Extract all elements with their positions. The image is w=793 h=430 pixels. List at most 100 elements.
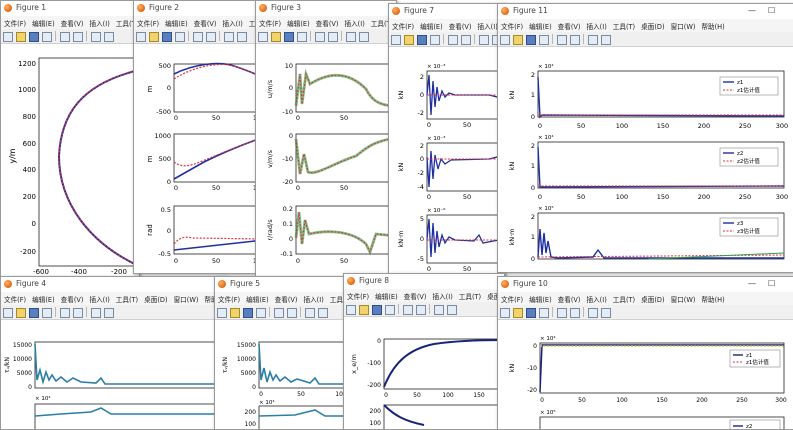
menu-item[interactable]: 插入(I) <box>583 19 609 31</box>
menu-item[interactable]: 文件(F) <box>498 292 526 304</box>
arrow-icon[interactable] <box>318 308 328 318</box>
figure-1-window[interactable]: Figure 1 文件(F)编辑(E)查看(V)插入(I)工具(T)桌面(D)窗… <box>0 0 140 280</box>
save-icon[interactable] <box>29 32 39 42</box>
arrow-icon[interactable] <box>601 308 611 318</box>
arrow-icon[interactable] <box>237 32 247 42</box>
title-bar[interactable]: Figure 4 <box>1 277 226 293</box>
menu-item[interactable]: 文件(F) <box>498 19 526 31</box>
minimize-button[interactable]: — <box>748 279 756 288</box>
save-icon[interactable] <box>526 35 536 45</box>
grid-icon[interactable] <box>588 308 598 318</box>
print-icon[interactable] <box>297 32 307 42</box>
zoom-icon[interactable] <box>60 32 70 42</box>
new-file-icon[interactable] <box>391 35 401 45</box>
menu-item[interactable]: 编辑(E) <box>284 16 313 28</box>
zoom-icon[interactable] <box>274 308 284 318</box>
print-icon[interactable] <box>175 32 185 42</box>
menu-item[interactable]: 文件(F) <box>215 292 243 304</box>
menu-item[interactable]: 插入(I) <box>341 16 367 28</box>
menu-item[interactable]: 查看(V) <box>555 292 584 304</box>
open-folder-icon[interactable] <box>149 32 159 42</box>
new-file-icon[interactable] <box>500 35 510 45</box>
menu-item[interactable]: 帮助(H) <box>698 292 727 304</box>
grid-icon[interactable] <box>588 35 598 45</box>
menu-item[interactable]: 工具(T) <box>113 292 141 304</box>
menu-item[interactable]: 编辑(E) <box>162 16 191 28</box>
open-folder-icon[interactable] <box>404 35 414 45</box>
grid-icon[interactable] <box>91 32 101 42</box>
menu-item[interactable]: 编辑(E) <box>526 19 555 31</box>
save-icon[interactable] <box>526 308 536 318</box>
print-icon[interactable] <box>539 35 549 45</box>
figure-10-window[interactable]: Figure 10 — ☐ 文件(F) 编辑(E) 查看(V) 插入(I) 工具(T) 桌… <box>497 276 793 430</box>
title-bar[interactable]: Figure 5 <box>215 277 350 293</box>
menu-item[interactable]: 插入(I) <box>86 16 112 28</box>
menu-item[interactable]: 工具(T) <box>456 289 484 301</box>
zoom-icon[interactable] <box>60 308 70 318</box>
dock-icon[interactable] <box>287 308 297 318</box>
dock-icon[interactable] <box>206 32 216 42</box>
menu-item[interactable]: 查看(V) <box>191 16 220 28</box>
menu-item[interactable]: 编辑(E) <box>417 19 446 31</box>
open-folder-icon[interactable] <box>271 32 281 42</box>
grid-icon[interactable] <box>346 32 356 42</box>
menu-item[interactable]: 文件(F) <box>256 16 284 28</box>
save-icon[interactable] <box>162 32 172 42</box>
dock-icon[interactable] <box>73 32 83 42</box>
new-file-icon[interactable] <box>346 305 356 315</box>
menu-item[interactable]: 编辑(E) <box>29 16 58 28</box>
print-icon[interactable] <box>385 305 395 315</box>
maximize-button[interactable]: ☐ <box>768 279 775 288</box>
menu-item[interactable]: 窗口(W) <box>668 19 699 31</box>
menu-item[interactable]: 文件(F) <box>1 292 29 304</box>
open-folder-icon[interactable] <box>513 35 523 45</box>
arrow-icon[interactable] <box>104 32 114 42</box>
menu-item[interactable]: 工具(T) <box>610 292 638 304</box>
figure-5-window[interactable]: Figure 5 文件(F)编辑(E)查看(V)插入(I)工具(T)桌面(D)窗… <box>214 276 351 430</box>
figure-7-window[interactable]: Figure 7 文件(F)编辑(E)查看(V)插入(I)工具(T)桌面(D)窗… <box>388 3 505 283</box>
menu-item[interactable]: 查看(V) <box>446 19 475 31</box>
figure-8-window[interactable]: Figure 8 文件(F)编辑(E)查看(V)插入(I)工具(T)桌面(D)窗… <box>343 273 505 430</box>
dock-icon[interactable] <box>461 35 471 45</box>
menu-item[interactable]: 编辑(E) <box>372 289 401 301</box>
print-icon[interactable] <box>539 308 549 318</box>
title-bar[interactable]: Figure 10 — ☐ <box>498 277 793 293</box>
menu-item[interactable]: 查看(V) <box>58 292 87 304</box>
dock-icon[interactable] <box>570 308 580 318</box>
menu-item[interactable]: 查看(V) <box>555 19 584 31</box>
zoom-icon[interactable] <box>448 35 458 45</box>
open-folder-icon[interactable] <box>230 308 240 318</box>
figure-2-window[interactable]: Figure 2 文件(F)编辑(E)查看(V)插入(I)工具(T)桌面(D)窗… <box>133 0 265 274</box>
dock-icon[interactable] <box>73 308 83 318</box>
menu-item[interactable]: 编辑(E) <box>526 292 555 304</box>
menu-item[interactable]: 查看(V) <box>313 16 342 28</box>
menu-item[interactable]: 桌面(D) <box>638 292 667 304</box>
save-icon[interactable] <box>29 308 39 318</box>
print-icon[interactable] <box>430 35 440 45</box>
open-folder-icon[interactable] <box>359 305 369 315</box>
figure-11-window[interactable]: Figure 11 — ☐ 文件(F) 编辑(E) 查看(V) 插入(I) 工具(T) 桌… <box>497 3 793 273</box>
menu-item[interactable]: 文件(F) <box>134 16 162 28</box>
figure-3-window[interactable]: Figure 3 文件(F)编辑(E)查看(V)插入(I)工具(T)桌面(D)窗… <box>255 0 397 280</box>
zoom-icon[interactable] <box>557 35 567 45</box>
menu-item[interactable]: 文件(F) <box>1 16 29 28</box>
menu-item[interactable]: 桌面(D) <box>638 19 667 31</box>
open-folder-icon[interactable] <box>16 32 26 42</box>
menu-item[interactable]: 查看(V) <box>272 292 301 304</box>
menu-item[interactable]: 编辑(E) <box>243 292 272 304</box>
title-bar[interactable]: Figure 2 <box>134 1 264 17</box>
save-icon[interactable] <box>284 32 294 42</box>
zoom-icon[interactable] <box>315 32 325 42</box>
title-bar[interactable]: Figure 7 <box>389 4 504 20</box>
grid-icon[interactable] <box>91 308 101 318</box>
new-file-icon[interactable] <box>3 308 13 318</box>
menu-item[interactable]: 查看(V) <box>401 289 430 301</box>
title-bar[interactable]: Figure 11 — ☐ <box>498 4 793 20</box>
menu-item[interactable]: 插入(I) <box>429 289 455 301</box>
grid-icon[interactable] <box>305 308 315 318</box>
menu-item[interactable]: 查看(V) <box>58 16 87 28</box>
title-bar[interactable]: Figure 8 <box>344 274 504 290</box>
title-bar[interactable]: Figure 3 <box>256 1 396 17</box>
zoom-icon[interactable] <box>557 308 567 318</box>
new-file-icon[interactable] <box>3 32 13 42</box>
